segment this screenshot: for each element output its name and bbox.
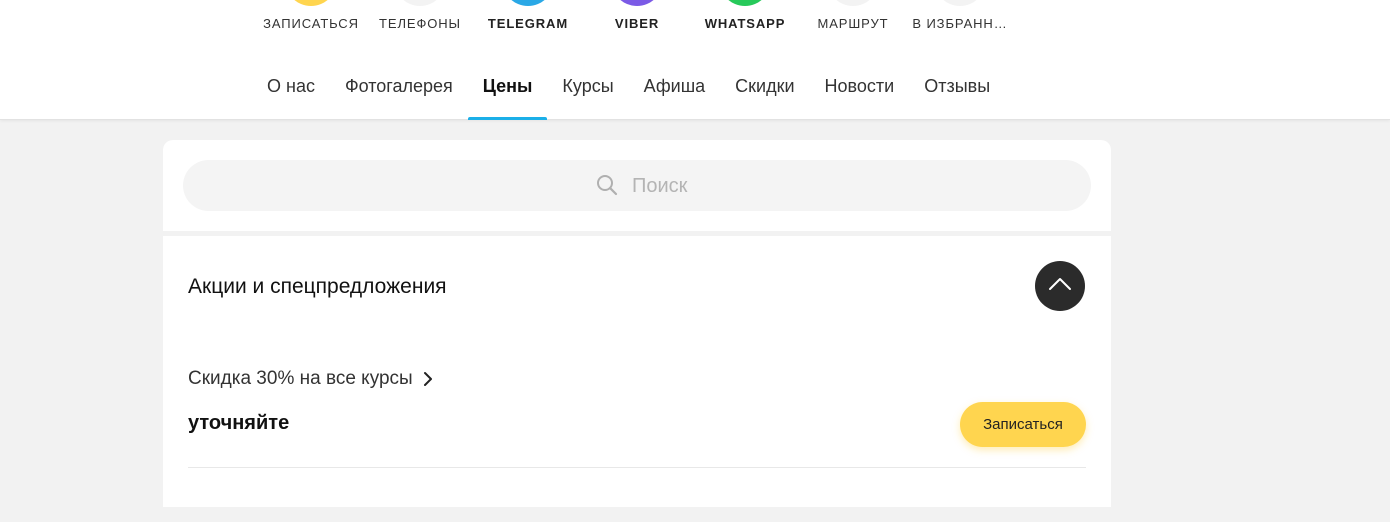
action-label: Записаться [263, 16, 359, 31]
action-label: Телефоны [379, 16, 461, 31]
calendar-icon [285, 0, 337, 6]
search-box [183, 160, 1091, 211]
whatsapp-icon [719, 0, 771, 6]
tab-news[interactable]: Новости [810, 60, 910, 120]
phone-icon [394, 0, 446, 6]
header: Записаться Телефоны Telegram Viber Whats… [0, 0, 1390, 120]
search-icon [597, 175, 618, 196]
route-icon [827, 0, 879, 6]
offer-price: уточняйте [188, 412, 290, 434]
action-label: Telegram [487, 16, 569, 31]
tab-events[interactable]: Афиша [629, 60, 721, 120]
offer-link[interactable]: Скидка 30% на все курсы [188, 368, 433, 390]
offer-name: Скидка 30% на все курсы [188, 368, 413, 389]
tab-prices[interactable]: Цены [467, 60, 548, 120]
tab-discounts[interactable]: Скидки [720, 60, 809, 120]
action-label: В избранн… [912, 16, 1008, 31]
section-divider [163, 507, 1111, 512]
tab-about[interactable]: О нас [252, 60, 330, 120]
prices-card: Акции и спецпредложения Скидка 30% на вс… [163, 140, 1111, 512]
search-input[interactable] [632, 172, 1052, 200]
action-label: Маршрут [817, 16, 889, 31]
nav-tabs: О нас Фотогалерея Цены Курсы Афиша Скидк… [252, 60, 1005, 120]
bookmark-icon [934, 0, 986, 6]
action-label: WhatsApp [704, 16, 786, 31]
collapse-button[interactable] [1035, 261, 1085, 311]
telegram-icon [502, 0, 554, 6]
book-button[interactable]: Записаться [960, 402, 1086, 447]
tab-gallery[interactable]: Фотогалерея [330, 60, 468, 120]
viber-icon [611, 0, 663, 6]
action-label: Viber [614, 16, 660, 31]
section-divider [163, 231, 1111, 236]
chevron-right-icon [423, 372, 432, 386]
chevron-up-icon [1049, 278, 1071, 290]
section-title: Акции и спецпредложения [188, 275, 447, 298]
tab-reviews[interactable]: Отзывы [909, 60, 1005, 120]
item-separator [188, 467, 1086, 468]
tab-courses[interactable]: Курсы [547, 60, 628, 120]
